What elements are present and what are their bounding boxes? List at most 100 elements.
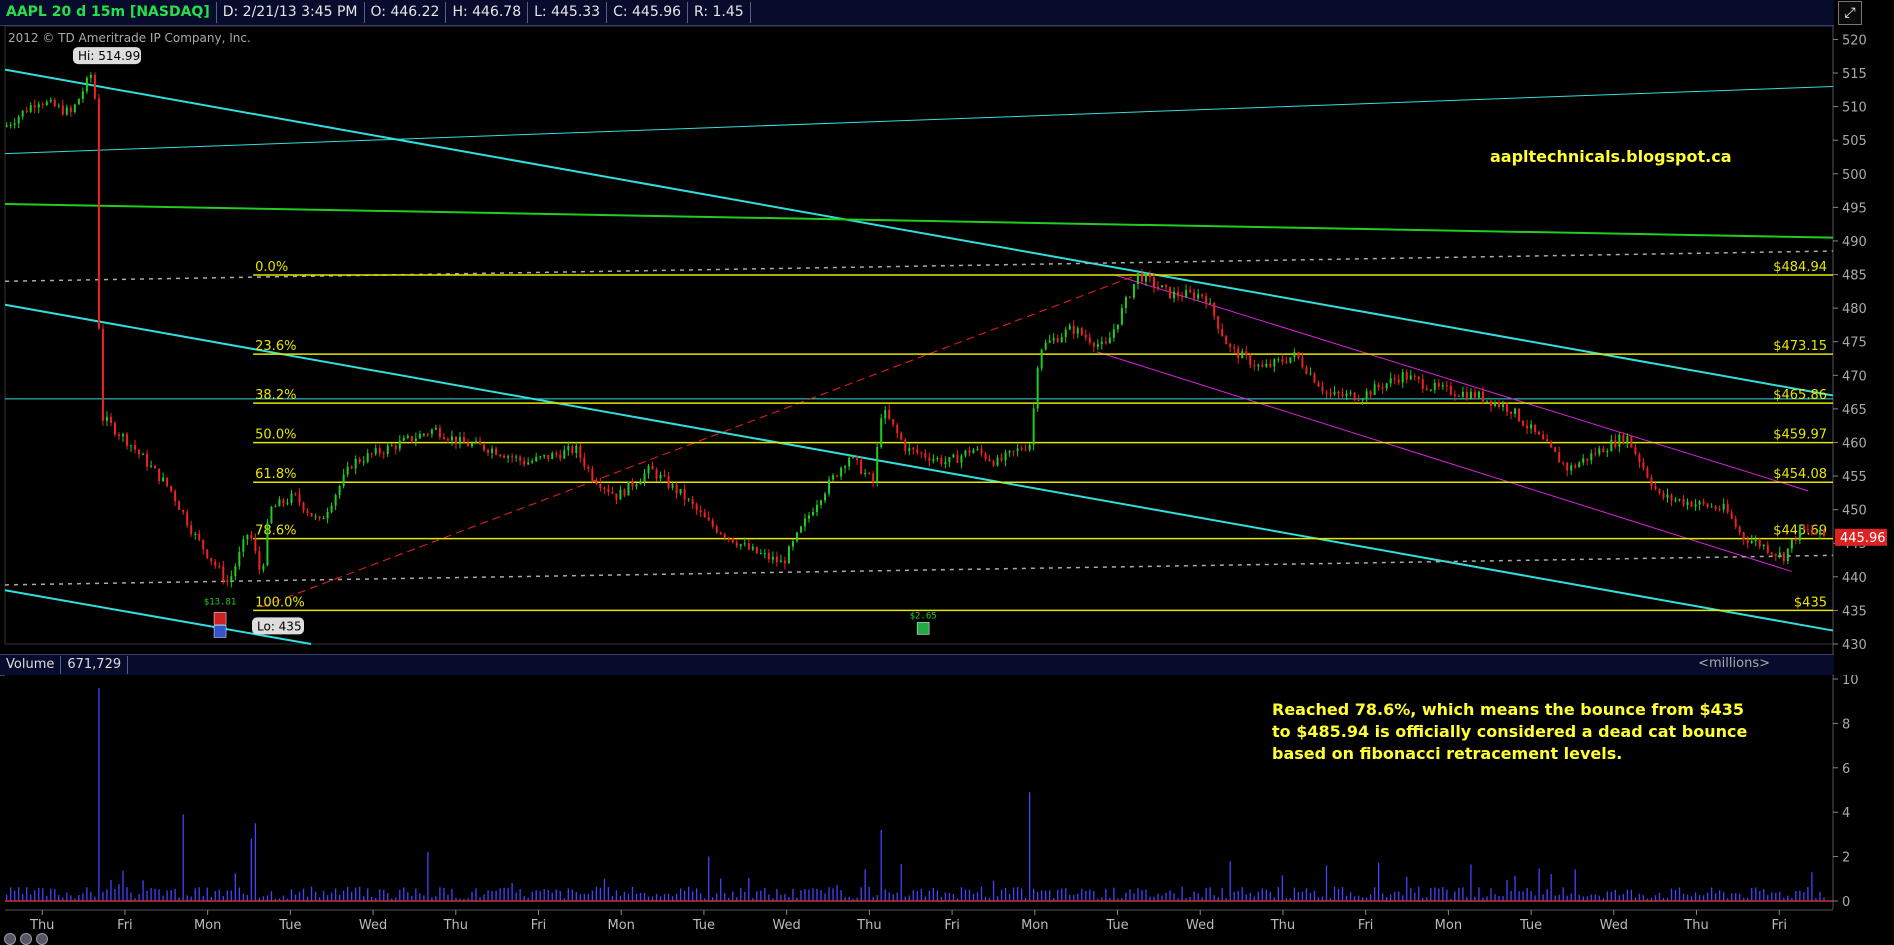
candle-body — [238, 551, 241, 567]
candle-body — [1329, 392, 1332, 395]
event-icon — [213, 612, 227, 625]
candle-body — [980, 448, 983, 454]
candle-body — [1786, 548, 1789, 562]
candle-body — [840, 467, 843, 477]
candle-body — [856, 456, 859, 460]
copyright-text: 2012 © TD Ameritrade IP Company, Inc. — [8, 31, 251, 45]
candle-body — [1369, 391, 1372, 395]
candle-body — [908, 447, 911, 451]
candle-body — [1570, 465, 1573, 471]
candle-body — [1209, 302, 1212, 304]
candle-body — [202, 539, 205, 550]
candle-body — [611, 491, 614, 494]
candle-body — [1774, 554, 1777, 556]
candle-body — [1056, 338, 1059, 343]
candle-body — [93, 74, 96, 99]
zoom-in-icon[interactable] — [4, 933, 16, 945]
candle-body — [1518, 408, 1521, 422]
settings-icon[interactable] — [36, 933, 48, 945]
candle-body — [1598, 448, 1601, 455]
candle-body — [1413, 375, 1416, 377]
fib-label: 23.6% — [255, 339, 296, 354]
fib-label: 50.0% — [255, 428, 296, 443]
x-axis: Thu Fri Mon Tue Wed Thu Fri Mon Tue Wed Thu Fri Mon T… — [5, 909, 1833, 933]
candle-body — [182, 509, 185, 513]
symbol-label[interactable]: AAPL 20 d 15m [NASDAQ] — [0, 2, 217, 23]
candle-body — [1349, 392, 1352, 394]
candle-body — [254, 538, 257, 552]
candle-body — [1554, 447, 1557, 453]
candle-body — [358, 458, 361, 463]
candle-body — [1566, 462, 1569, 471]
candle-body — [1092, 342, 1095, 347]
candle-body — [1794, 539, 1797, 541]
candle-body — [1738, 526, 1741, 533]
candle-body — [515, 456, 518, 458]
candle-body — [1233, 347, 1236, 349]
zoom-out-icon[interactable] — [20, 933, 32, 945]
candle-body — [362, 461, 365, 463]
candle-body — [1550, 441, 1553, 448]
candle-body — [1217, 316, 1220, 329]
maximize-icon[interactable]: ⤢ — [1838, 1, 1862, 25]
candle-body — [458, 437, 461, 444]
candle-body — [972, 449, 975, 454]
candle-body — [952, 454, 955, 458]
candle-body — [322, 518, 325, 520]
candle-body — [390, 445, 393, 447]
candle-body — [491, 448, 494, 453]
candle-body — [21, 110, 24, 117]
candle-body — [1670, 494, 1673, 501]
candle-body — [1112, 329, 1115, 338]
candle-body — [1770, 552, 1773, 555]
candle-body — [751, 546, 754, 550]
candle-body — [763, 553, 766, 555]
candle-body — [422, 434, 425, 436]
candle-body — [1714, 506, 1717, 509]
candle-body — [1546, 439, 1549, 442]
candle-body — [1702, 501, 1705, 504]
candle-body — [639, 481, 642, 485]
candle-body — [1461, 391, 1464, 397]
candle-body — [1558, 452, 1561, 463]
candle-body — [1269, 364, 1272, 367]
candle-body — [250, 534, 253, 539]
candle-body — [117, 434, 120, 437]
candle-body — [832, 475, 835, 480]
candle-body — [807, 515, 810, 519]
candle-body — [872, 473, 875, 483]
candle-body — [1289, 357, 1292, 363]
candle-body — [101, 328, 104, 421]
candle-body — [579, 445, 582, 458]
candle-body — [126, 434, 129, 446]
candle-body — [49, 99, 52, 102]
volume-unit: <millions> — [1698, 656, 1770, 671]
y-tick-label: 505 — [1842, 134, 1867, 149]
candle-body — [1582, 458, 1585, 463]
fib-label: 78.6% — [255, 524, 296, 539]
candle-body — [1530, 424, 1533, 429]
price-chart[interactable]: 4304354404454504554604654704754804854904… — [0, 26, 1894, 654]
candle-body — [1080, 328, 1083, 335]
candle-body — [687, 499, 690, 501]
candle-body — [466, 442, 469, 447]
candle-body — [326, 511, 329, 519]
volume-chart[interactable]: 0 2 4 6 8 10 Reached 78.6%, which means the bo… — [0, 675, 1894, 909]
candle-body — [860, 459, 863, 475]
candle-body — [226, 580, 229, 583]
candle-body — [1506, 404, 1509, 412]
candle-body — [354, 458, 357, 469]
candle-body — [174, 490, 177, 502]
candle-body — [960, 455, 963, 463]
candle-body — [531, 461, 534, 463]
event-icon — [213, 625, 227, 638]
candle-body — [695, 504, 698, 511]
candle-body — [795, 532, 798, 542]
candle-body — [812, 512, 815, 516]
candle-body — [298, 493, 301, 503]
candle-body — [1325, 391, 1328, 393]
candle-body — [1148, 274, 1151, 278]
y-tick-label: 500 — [1842, 168, 1867, 183]
candle-body — [1124, 296, 1127, 309]
candle-body — [178, 501, 181, 510]
